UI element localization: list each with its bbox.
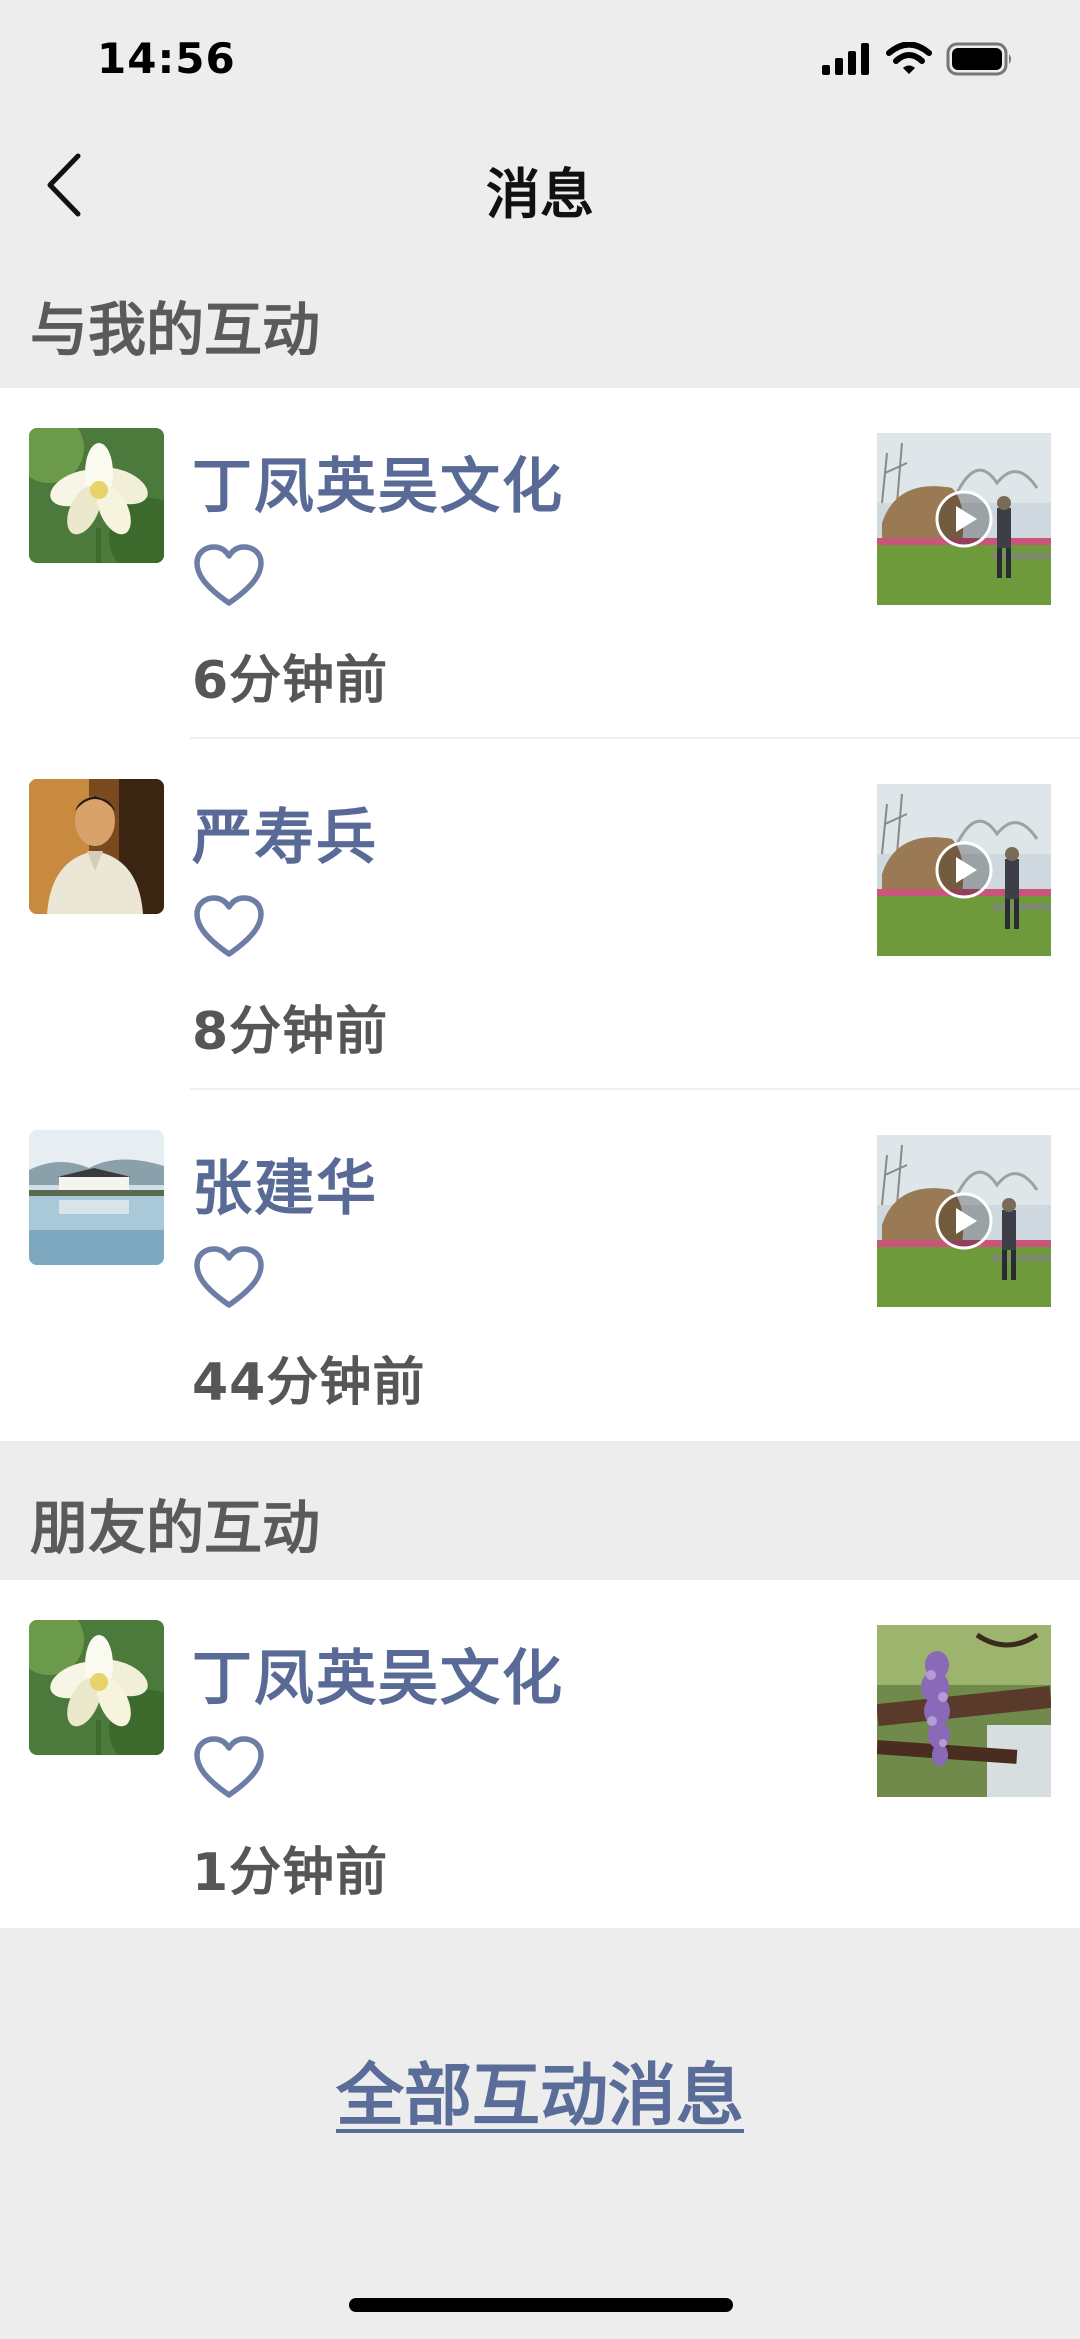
heart-icon: [194, 1246, 264, 1308]
status-bar: 14:56: [0, 0, 1080, 120]
friends-list: 丁凤英吴文化 1分钟前: [0, 1580, 1080, 1928]
all-interactions-link[interactable]: 全部互动消息: [0, 2040, 1080, 2139]
mine-list: 丁凤英吴文化 6分钟前 严寿兵 8分钟前 张建华 44分钟前: [0, 388, 1080, 1441]
username[interactable]: 丁凤英吴文化: [192, 438, 564, 525]
username[interactable]: 丁凤英吴文化: [192, 1630, 564, 1717]
video-thumbnail[interactable]: [877, 1135, 1051, 1307]
status-time: 14:56: [97, 34, 236, 83]
wifi-icon: [886, 42, 932, 74]
photo-thumbnail[interactable]: [877, 1625, 1051, 1797]
page-title: 消息: [486, 163, 594, 226]
heart-icon: [194, 895, 264, 957]
avatar[interactable]: [29, 779, 164, 914]
username[interactable]: 张建华: [192, 1140, 378, 1227]
username[interactable]: 严寿兵: [192, 789, 378, 876]
timestamp: 8分钟前: [192, 1002, 389, 1062]
avatar[interactable]: [29, 1130, 164, 1265]
avatar[interactable]: [29, 428, 164, 563]
list-item[interactable]: 张建华 44分钟前: [0, 1090, 1080, 1441]
list-item[interactable]: 丁凤英吴文化 1分钟前: [0, 1580, 1080, 1928]
list-item[interactable]: 严寿兵 8分钟前: [0, 739, 1080, 1090]
timestamp: 1分钟前: [192, 1843, 389, 1903]
battery-icon: [946, 42, 1011, 76]
timestamp: 6分钟前: [192, 651, 389, 711]
section-header-mine: 与我的互动: [30, 296, 321, 364]
status-icons: [822, 42, 1014, 76]
video-thumbnail[interactable]: [877, 784, 1051, 956]
list-item[interactable]: 丁凤英吴文化 6分钟前: [0, 388, 1080, 739]
home-indicator[interactable]: [349, 2298, 733, 2312]
signal-icon: [822, 43, 869, 75]
heart-icon: [194, 544, 264, 606]
heart-icon: [194, 1736, 264, 1798]
nav-bar: 消息: [0, 120, 1080, 250]
avatar[interactable]: [29, 1620, 164, 1755]
video-thumbnail[interactable]: [877, 433, 1051, 605]
section-header-friends: 朋友的互动: [30, 1494, 321, 1562]
timestamp: 44分钟前: [192, 1353, 426, 1413]
